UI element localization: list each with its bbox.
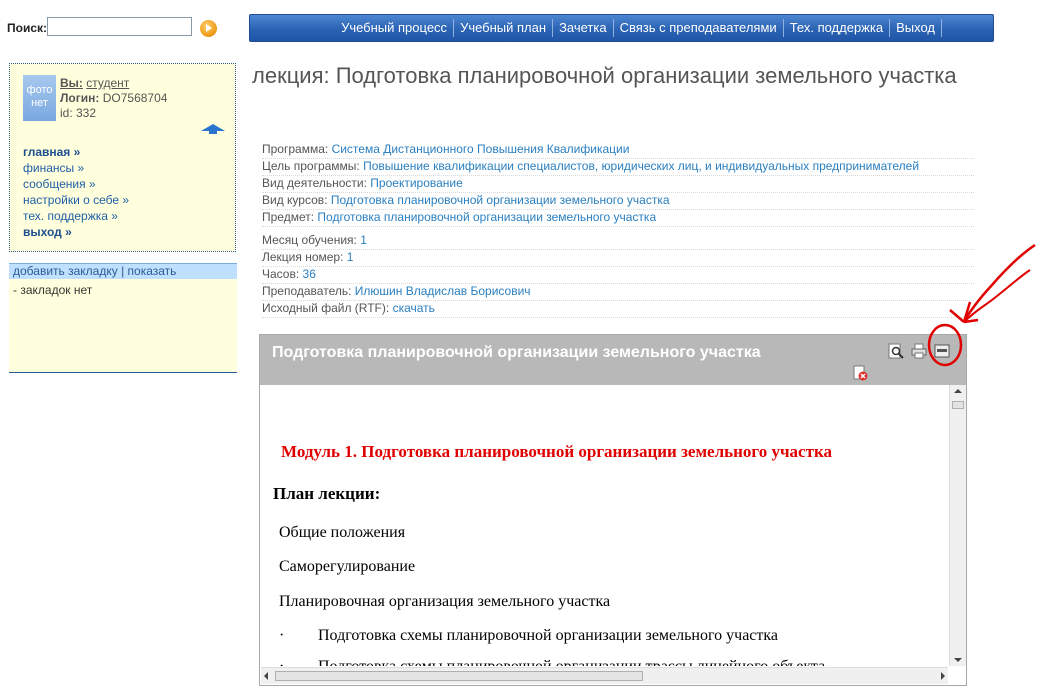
nav-learning-process[interactable]: Учебный процесс <box>335 19 453 37</box>
scroll-left-icon[interactable] <box>264 672 268 680</box>
bullet-marker: · <box>279 627 285 644</box>
close-icon[interactable] <box>852 365 868 381</box>
lecture-panel-title: Подготовка планировочной организации зем… <box>272 344 761 361</box>
activity-link[interactable]: Проектирование <box>370 176 463 190</box>
subject-link[interactable]: Подготовка планировочной организации зем… <box>317 210 656 224</box>
nav-contact-teachers[interactable]: Связь с преподавателями <box>612 19 783 37</box>
nav-tech-support[interactable]: Тех. поддержка <box>782 19 889 37</box>
plan-heading: План лекции: <box>273 484 381 503</box>
program-label: Программа: <box>262 142 329 156</box>
add-bookmark-link[interactable]: добавить закладку <box>13 264 118 278</box>
scroll-up-icon[interactable] <box>954 389 962 393</box>
scroll-down-icon[interactable] <box>954 658 962 662</box>
lecture-label: Лекция номер: <box>262 250 344 264</box>
plan-item: Саморегулирование <box>279 558 416 575</box>
month-label: Месяц обучения: <box>262 233 357 247</box>
menu-logout[interactable]: выход » <box>23 224 129 240</box>
top-navigation: Учебный процесс Учебный план Зачетка Свя… <box>249 14 994 42</box>
scroll-right-icon[interactable] <box>941 672 945 680</box>
info-row-lecture: Лекция номер: 1 <box>262 250 974 267</box>
info-row-file: Исходный файл (RTF): скачать <box>262 301 974 318</box>
hours-value[interactable]: 36 <box>303 267 316 281</box>
nav-record-book[interactable]: Зачетка <box>552 19 613 37</box>
show-bookmarks-link[interactable]: показать <box>128 264 177 278</box>
hours-label: Часов: <box>262 267 300 281</box>
bullet-marker: · <box>279 658 284 666</box>
info-row-hours: Часов: 36 <box>262 267 974 284</box>
vertical-scrollbar[interactable] <box>949 385 966 666</box>
search-label: Поиск: <box>7 21 48 35</box>
scroll-thumb[interactable] <box>275 671 643 681</box>
file-label: Исходный файл (RTF): <box>262 301 390 315</box>
lecture-panel-header: Подготовка планировочной организации зем… <box>260 335 966 385</box>
lecture-document: Модуль 1. Подготовка планировочной орган… <box>261 385 947 666</box>
horizontal-scrollbar[interactable] <box>261 667 948 684</box>
goal-link[interactable]: Повышение квалификации специалистов, юри… <box>363 159 919 173</box>
red-annotation-arrow <box>927 243 1036 367</box>
bookmarks-empty: - закладок нет <box>13 283 93 297</box>
search-input[interactable] <box>47 17 192 36</box>
menu-finance[interactable]: финансы » <box>23 160 129 176</box>
menu-tech-support[interactable]: тех. поддержка » <box>23 208 129 224</box>
month-value[interactable]: 1 <box>360 233 367 247</box>
plan-item: Планировочная организация земельного уча… <box>279 593 611 610</box>
course-link[interactable]: Подготовка планировочной организации зем… <box>331 193 670 207</box>
user-role[interactable]: студент <box>86 76 129 90</box>
plan-item: Общие положения <box>279 524 406 541</box>
nav-logout[interactable]: Выход <box>889 19 942 37</box>
program-link[interactable]: Система Дистанционного Повышения Квалифи… <box>332 142 630 156</box>
collapse-up-icon[interactable] <box>201 124 225 134</box>
search-go-icon[interactable] <box>200 20 217 37</box>
info-row-teacher: Преподаватель: Илюшин Владислав Борисови… <box>262 284 974 301</box>
menu-home[interactable]: главная » <box>23 144 129 160</box>
nav-study-plan[interactable]: Учебный план <box>453 19 552 37</box>
menu-messages[interactable]: сообщения » <box>23 176 129 192</box>
lecture-info: Программа: Система Дистанционного Повыше… <box>262 142 974 318</box>
module-title: Модуль 1. Подготовка планировочной орган… <box>281 442 832 461</box>
you-label: Вы: <box>60 76 83 90</box>
info-row-course: Вид курсов: Подготовка планировочной орг… <box>262 193 974 210</box>
info-row-activity: Вид деятельности: Проектирование <box>262 176 974 193</box>
user-box: фото нет Вы: студент Логин: DO7568704 id… <box>9 63 236 252</box>
user-id: id: 332 <box>60 106 97 120</box>
user-info: Вы: студент Логин: DO7568704 id: 332 <box>60 76 167 121</box>
course-label: Вид курсов: <box>262 193 328 207</box>
bookmarks-list: - закладок нет <box>9 279 237 373</box>
teacher-label: Преподаватель: <box>262 284 352 298</box>
teacher-link[interactable]: Илюшин Владислав Борисович <box>355 284 531 298</box>
page-title: лекция: Подготовка планировочной организ… <box>252 63 957 88</box>
plan-subitem: Подготовка схемы планировочной организац… <box>318 658 825 666</box>
login-label: Логин: <box>60 91 100 105</box>
download-link[interactable]: скачать <box>393 301 435 315</box>
scroll-thumb[interactable] <box>952 401 964 409</box>
lecture-value[interactable]: 1 <box>347 250 354 264</box>
plan-subitem: Подготовка схемы планировочной организац… <box>318 627 779 644</box>
goal-label: Цель программы: <box>262 159 360 173</box>
info-row-subject: Предмет: Подготовка планировочной органи… <box>262 210 974 227</box>
info-row-program: Программа: Система Дистанционного Повыше… <box>262 142 974 159</box>
bookmark-separator: | <box>121 264 125 278</box>
info-row-goal: Цель программы: Повышение квалификации с… <box>262 159 974 176</box>
activity-label: Вид деятельности: <box>262 176 367 190</box>
avatar: фото нет <box>23 75 56 121</box>
search-icon[interactable] <box>888 343 904 359</box>
lecture-panel: Подготовка планировочной организации зем… <box>259 334 967 686</box>
info-row-month: Месяц обучения: 1 <box>262 233 974 250</box>
menu-settings[interactable]: настройки о себе » <box>23 192 129 208</box>
subject-label: Предмет: <box>262 210 315 224</box>
bookmarks-header: добавить закладку | показать <box>9 263 237 279</box>
login-value: DO7568704 <box>102 91 168 105</box>
user-menu: главная » финансы » сообщения » настройк… <box>23 144 129 240</box>
